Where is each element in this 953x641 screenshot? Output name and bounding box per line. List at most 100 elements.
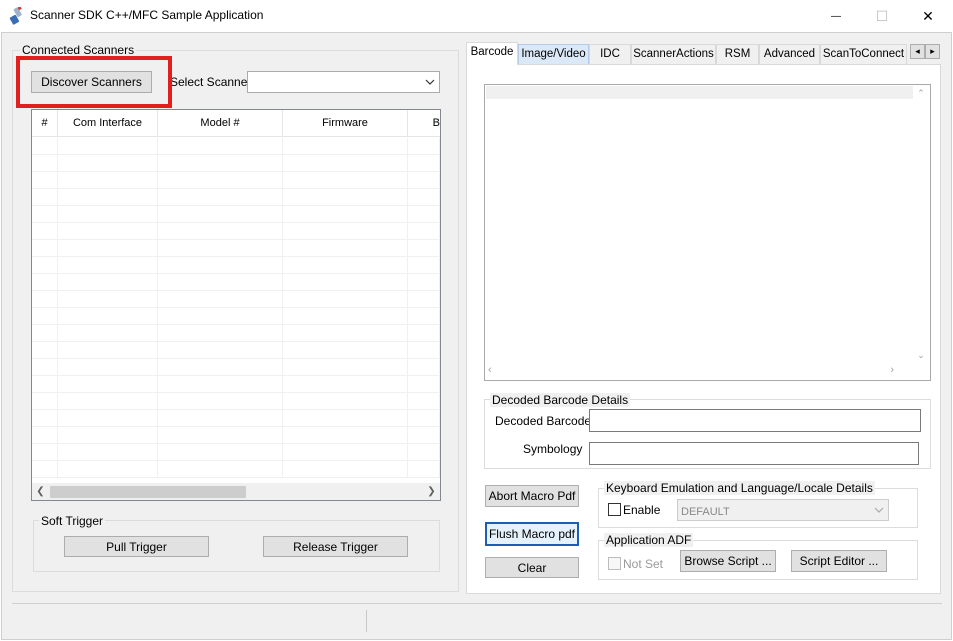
table-cell bbox=[283, 376, 408, 392]
table-row[interactable] bbox=[32, 291, 440, 308]
table-cell bbox=[283, 427, 408, 443]
decoded-barcode-field[interactable] bbox=[589, 409, 921, 432]
table-cell bbox=[283, 257, 408, 273]
tab-scan-to-connect[interactable]: ScanToConnect bbox=[820, 44, 907, 64]
locale-dropdown[interactable]: DEFAULT bbox=[677, 499, 889, 521]
table-cell bbox=[408, 308, 440, 324]
table-cell bbox=[158, 444, 283, 460]
abort-macro-button[interactable]: Abort Macro Pdf bbox=[485, 485, 579, 507]
scroll-up-icon[interactable]: ⌃ bbox=[913, 88, 929, 100]
barcode-output-first-line bbox=[486, 86, 913, 99]
table-cell bbox=[408, 427, 440, 443]
tab-scroll-right-button[interactable]: ▸ bbox=[925, 44, 940, 59]
select-scanner-dropdown[interactable] bbox=[247, 71, 440, 93]
column-header-model[interactable]: Model # bbox=[158, 110, 283, 137]
clear-button[interactable]: Clear bbox=[485, 557, 579, 578]
table-row[interactable] bbox=[32, 325, 440, 342]
table-row[interactable] bbox=[32, 444, 440, 461]
status-bar-divider bbox=[366, 610, 367, 632]
table-cell bbox=[58, 274, 158, 290]
tab-scanner-actions[interactable]: ScannerActions bbox=[631, 44, 716, 64]
table-cell bbox=[58, 172, 158, 188]
table-row[interactable] bbox=[32, 359, 440, 376]
locale-value: DEFAULT bbox=[681, 506, 730, 518]
table-cell bbox=[408, 240, 440, 256]
maximize-icon: ☐ bbox=[875, 7, 889, 24]
table-cell bbox=[158, 274, 283, 290]
table-row[interactable] bbox=[32, 206, 440, 223]
release-trigger-button[interactable]: Release Trigger bbox=[263, 536, 408, 557]
table-cell bbox=[58, 138, 158, 154]
scroll-left-output-icon[interactable]: ‹ bbox=[488, 364, 492, 376]
table-cell bbox=[32, 376, 58, 392]
table-row[interactable] bbox=[32, 257, 440, 274]
column-header-firmware[interactable]: Firmware bbox=[283, 110, 408, 137]
script-editor-button[interactable]: Script Editor ... bbox=[791, 550, 887, 572]
vertical-scrollbar[interactable]: ⌃ ⌄ bbox=[913, 86, 929, 364]
tab-idc[interactable]: IDC bbox=[589, 44, 631, 64]
table-cell bbox=[32, 342, 58, 358]
scroll-down-icon[interactable]: ⌄ bbox=[913, 350, 929, 362]
table-cell bbox=[58, 410, 158, 426]
column-header-index[interactable]: # bbox=[32, 110, 58, 137]
decoded-details-label: Decoded Barcode Details bbox=[490, 393, 631, 407]
table-cell bbox=[58, 393, 158, 409]
table-row[interactable] bbox=[32, 155, 440, 172]
tab-image-video[interactable]: Image/Video bbox=[518, 44, 589, 64]
tab-scroll-left-button[interactable]: ◂ bbox=[910, 44, 925, 59]
table-cell bbox=[158, 359, 283, 375]
scanner-list[interactable]: # Com Interface Model # Firmware B ❮ ❯ bbox=[31, 109, 441, 501]
table-cell bbox=[32, 325, 58, 341]
symbology-field[interactable] bbox=[589, 442, 919, 465]
not-set-checkbox[interactable] bbox=[608, 557, 621, 570]
table-cell bbox=[158, 410, 283, 426]
scrollbar-thumb[interactable] bbox=[50, 486, 246, 498]
horizontal-scrollbar-output[interactable]: ‹ › bbox=[486, 363, 914, 379]
arrow-right-icon: ▸ bbox=[930, 46, 935, 56]
scroll-right-output-icon[interactable]: › bbox=[890, 364, 894, 376]
scroll-right-icon[interactable]: ❯ bbox=[423, 483, 440, 500]
column-header-com-interface[interactable]: Com Interface bbox=[58, 110, 158, 137]
table-row[interactable] bbox=[32, 393, 440, 410]
table-cell bbox=[283, 444, 408, 460]
tab-rsm[interactable]: RSM bbox=[716, 44, 759, 64]
table-cell bbox=[408, 206, 440, 222]
table-row[interactable] bbox=[32, 240, 440, 257]
table-cell bbox=[283, 240, 408, 256]
table-cell bbox=[32, 461, 58, 477]
column-header-partial[interactable]: B bbox=[408, 110, 440, 137]
maximize-button[interactable]: ☐ bbox=[859, 0, 905, 32]
table-row[interactable] bbox=[32, 376, 440, 393]
chevron-down-icon bbox=[874, 507, 884, 513]
tab-advanced[interactable]: Advanced bbox=[759, 44, 820, 64]
close-button[interactable]: ✕ bbox=[905, 0, 951, 32]
table-cell bbox=[283, 155, 408, 171]
table-row[interactable] bbox=[32, 223, 440, 240]
table-row[interactable] bbox=[32, 172, 440, 189]
horizontal-scrollbar[interactable]: ❮ ❯ bbox=[32, 483, 440, 500]
table-cell bbox=[58, 427, 158, 443]
table-row[interactable] bbox=[32, 410, 440, 427]
table-cell bbox=[158, 342, 283, 358]
table-row[interactable] bbox=[32, 342, 440, 359]
scroll-left-icon[interactable]: ❮ bbox=[32, 483, 49, 500]
table-row[interactable] bbox=[32, 189, 440, 206]
table-cell bbox=[58, 461, 158, 477]
table-cell bbox=[408, 189, 440, 205]
table-row[interactable] bbox=[32, 138, 440, 155]
barcode-output-box[interactable]: ⌃ ⌄ ‹ › bbox=[484, 84, 931, 381]
table-cell bbox=[408, 376, 440, 392]
table-cell bbox=[58, 359, 158, 375]
table-row[interactable] bbox=[32, 274, 440, 291]
table-cell bbox=[408, 359, 440, 375]
table-row[interactable] bbox=[32, 308, 440, 325]
flush-macro-button[interactable]: Flush Macro pdf bbox=[485, 522, 579, 546]
browse-script-button[interactable]: Browse Script ... bbox=[680, 550, 776, 572]
pull-trigger-button[interactable]: Pull Trigger bbox=[64, 536, 209, 557]
enable-checkbox[interactable] bbox=[608, 503, 621, 516]
table-cell bbox=[32, 223, 58, 239]
table-row[interactable] bbox=[32, 427, 440, 444]
tab-barcode[interactable]: Barcode bbox=[466, 42, 518, 65]
table-row[interactable] bbox=[32, 461, 440, 478]
minimize-button[interactable]: — bbox=[813, 0, 859, 32]
